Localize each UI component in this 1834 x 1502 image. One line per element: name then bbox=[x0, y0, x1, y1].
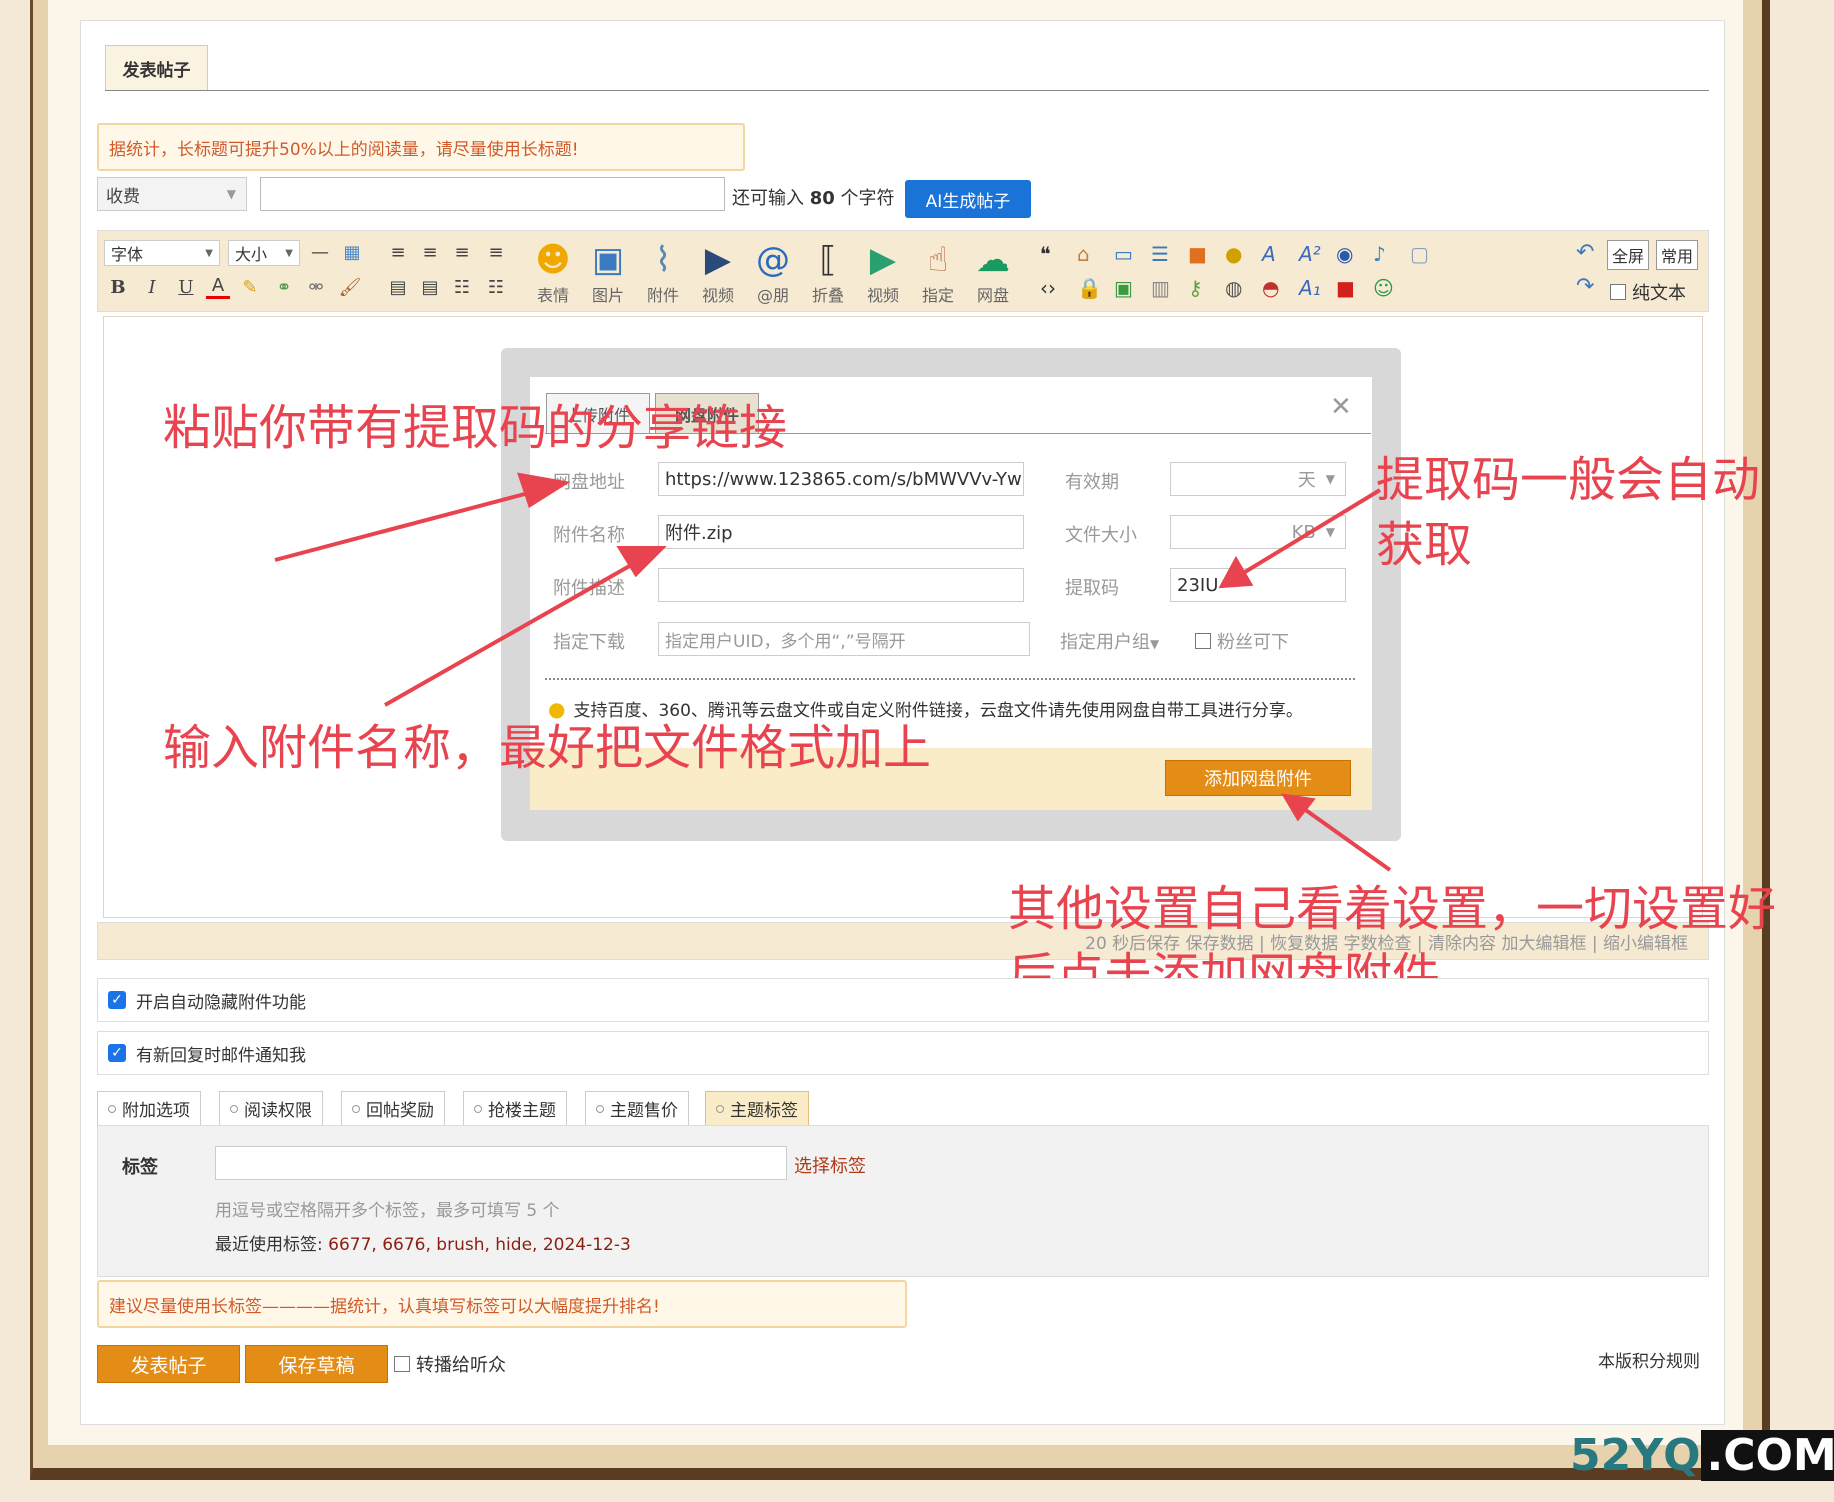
dot-icon bbox=[474, 1104, 482, 1113]
arrow-url bbox=[274, 488, 541, 562]
site-watermark: 52YQ .COM bbox=[1570, 1430, 1834, 1481]
annotation-other-1: 其他设置自己看着设置，一切设置好 bbox=[1008, 881, 1777, 937]
dot-icon bbox=[230, 1104, 238, 1113]
tab-thread-tags[interactable]: 主题标签 bbox=[705, 1091, 809, 1126]
recent-tags-list[interactable]: 6677, 6676, brush, hide, 2024-12-3 bbox=[328, 1235, 631, 1255]
email-notify-row[interactable]: ✓ 有新回复时邮件通知我 bbox=[97, 1031, 1709, 1075]
credit-rules-link[interactable]: 本版积分规则 bbox=[1598, 1347, 1700, 1372]
arrow-add-head bbox=[1281, 793, 1316, 822]
dot-icon bbox=[108, 1104, 116, 1113]
tab-label: 附加选项 bbox=[122, 1101, 190, 1121]
dot-icon bbox=[596, 1104, 604, 1113]
forward-label: 转播给听众 bbox=[416, 1355, 506, 1376]
auto-hide-label: 开启自动隐藏附件功能 bbox=[136, 992, 306, 1013]
tab-floor-thread[interactable]: 抢楼主题 bbox=[463, 1091, 567, 1126]
tab-extra-options[interactable]: 附加选项 bbox=[97, 1091, 201, 1126]
tab-label: 阅读权限 bbox=[244, 1101, 312, 1121]
annotation-code-1: 提取码一般会自动 bbox=[1376, 452, 1761, 508]
tag-hint: 用逗号或空格隔开多个标签，最多可填写 5 个 bbox=[215, 1201, 560, 1221]
tab-label: 抢楼主题 bbox=[488, 1101, 556, 1121]
recent-tags-prefix: 最近使用标签: bbox=[215, 1235, 323, 1255]
arrow-name-head bbox=[616, 546, 667, 578]
arrow-code-head bbox=[1218, 555, 1254, 589]
tab-label: 回帖奖励 bbox=[366, 1101, 434, 1121]
tab-reply-reward[interactable]: 回帖奖励 bbox=[341, 1091, 445, 1126]
auto-hide-row[interactable]: ✓ 开启自动隐藏附件功能 bbox=[97, 978, 1709, 1022]
arrow-add bbox=[1298, 804, 1392, 872]
watermark-a: 52YQ bbox=[1570, 1430, 1701, 1481]
forward-checkbox[interactable] bbox=[394, 1356, 410, 1372]
dot-icon bbox=[352, 1104, 360, 1113]
watermark-b: .COM bbox=[1700, 1430, 1834, 1481]
save-draft-button[interactable]: 保存草稿 bbox=[245, 1345, 388, 1383]
tag-notice: 建议尽量使用长标签————据统计，认真填写标签可以大幅度提升排名! bbox=[97, 1280, 907, 1328]
arrow-code bbox=[1238, 488, 1382, 577]
tag-label: 标签 bbox=[122, 1157, 158, 1178]
tab-label: 主题售价 bbox=[610, 1101, 678, 1121]
annotation-paste: 粘贴你带有提取码的分享链接 bbox=[163, 400, 788, 456]
forward-toggle[interactable]: 转播给听众 bbox=[394, 1351, 506, 1377]
pick-tag-link[interactable]: 选择标签 bbox=[794, 1152, 866, 1178]
check-icon[interactable]: ✓ bbox=[108, 991, 126, 1009]
arrow-name bbox=[384, 558, 641, 707]
check-icon[interactable]: ✓ bbox=[108, 1044, 126, 1062]
email-notify-label: 有新回复时邮件通知我 bbox=[136, 1045, 306, 1066]
recent-tags: 最近使用标签: 6677, 6676, brush, hide, 2024-12… bbox=[215, 1230, 631, 1255]
submit-post-button[interactable]: 发表帖子 bbox=[97, 1345, 240, 1383]
arrow-url-head bbox=[517, 472, 571, 509]
tab-read-permission[interactable]: 阅读权限 bbox=[219, 1091, 323, 1126]
annotation-code-2: 获取 bbox=[1376, 517, 1473, 573]
tab-label: 主题标签 bbox=[730, 1101, 798, 1121]
tag-input[interactable] bbox=[215, 1146, 787, 1180]
annotation-name: 输入附件名称，最好把文件格式加上 bbox=[163, 720, 932, 776]
dot-icon bbox=[716, 1104, 724, 1113]
tab-thread-price[interactable]: 主题售价 bbox=[585, 1091, 689, 1126]
